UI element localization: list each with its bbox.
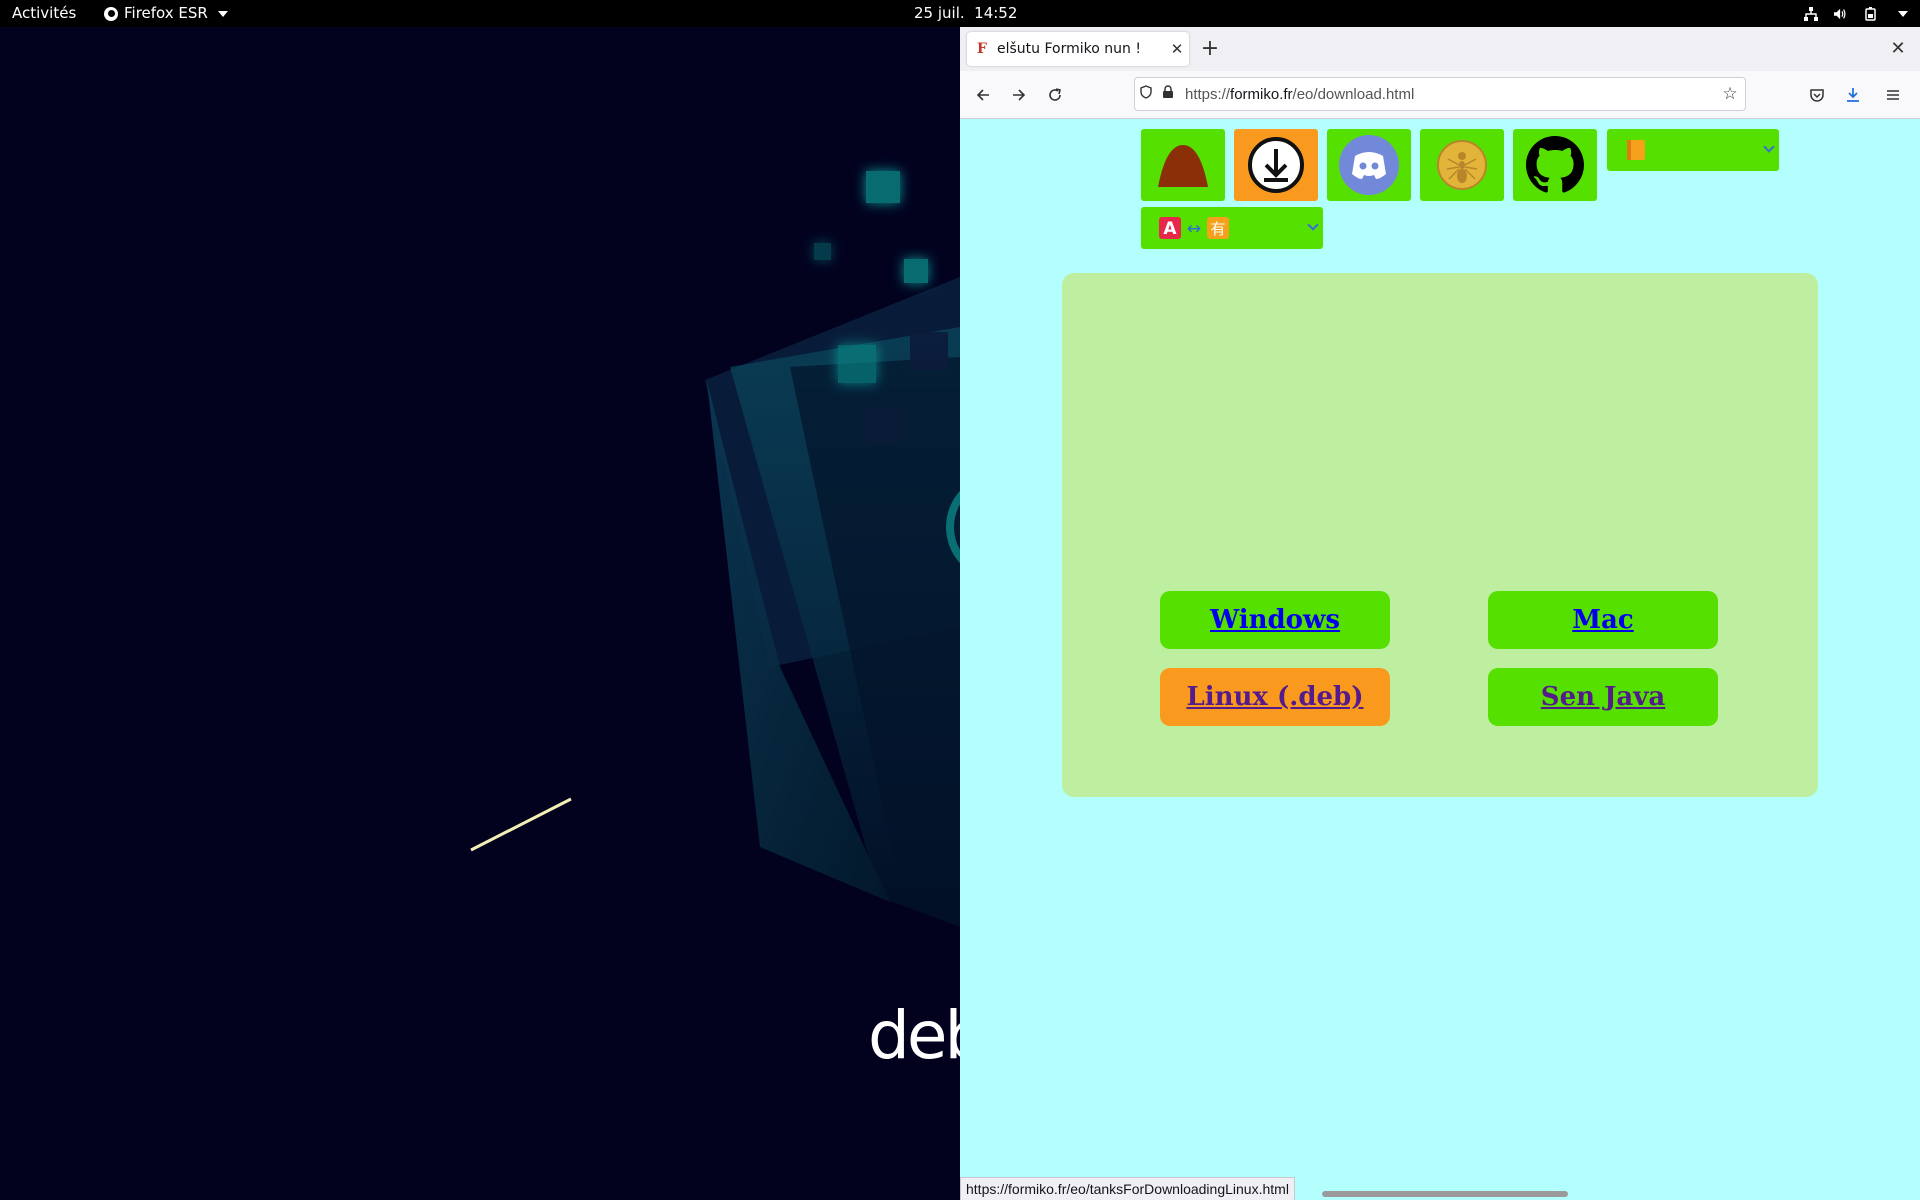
gnome-top-bar: Activités Firefox ESR 25 juil. 14:52 xyxy=(0,0,1920,27)
pocket-button[interactable] xyxy=(1802,80,1832,110)
navigation-toolbar: https://formiko.fr/eo/download.html ☆ xyxy=(960,71,1920,119)
chevron-down-icon xyxy=(1763,141,1775,153)
close-tab-icon[interactable]: ✕ xyxy=(1165,40,1189,58)
system-tray[interactable] xyxy=(1804,0,1908,27)
download-link[interactable] xyxy=(1234,129,1318,201)
forward-button[interactable] xyxy=(1004,80,1034,110)
link-status-bar: https://formiko.fr/eo/tanksForDownloadin… xyxy=(960,1177,1295,1200)
close-window-button[interactable]: ✕ xyxy=(1884,35,1912,63)
book-icon xyxy=(1627,140,1645,160)
download-icon xyxy=(1248,137,1304,193)
debian-logo-text: deb xyxy=(868,997,960,1074)
pocket-icon xyxy=(1810,89,1824,102)
linux-download-button[interactable]: Linux (.deb) xyxy=(1160,668,1390,726)
discord-icon xyxy=(1339,135,1399,195)
home-link[interactable] xyxy=(1141,129,1225,201)
web-page: A ↔ 有 Windows Mac Linux (.deb) Sen Java xyxy=(960,119,1920,1200)
language-select[interactable]: A ↔ 有 xyxy=(1141,207,1323,249)
bookmark-star-icon[interactable]: ☆ xyxy=(1715,84,1745,104)
github-icon xyxy=(1526,136,1584,193)
system-menu-icon xyxy=(1898,10,1908,17)
forward-arrow-icon xyxy=(1013,89,1026,101)
horizontal-scrollbar[interactable] xyxy=(1322,1191,1568,1197)
hamburger-menu-icon xyxy=(1887,90,1899,100)
formiko-favicon-icon: F xyxy=(977,41,987,57)
volume-icon xyxy=(1834,8,1846,19)
theme-select[interactable] xyxy=(1607,129,1779,171)
svg-text:A: A xyxy=(1163,219,1177,239)
back-button[interactable] xyxy=(968,80,998,110)
chevron-down-icon xyxy=(217,10,228,17)
ant-emblem-link[interactable] xyxy=(1420,129,1504,201)
network-icon xyxy=(1804,6,1818,21)
reload-icon xyxy=(1049,88,1061,101)
activities-button[interactable]: Activités xyxy=(12,0,76,27)
address-bar[interactable]: https://formiko.fr/eo/download.html ☆ xyxy=(1134,77,1746,111)
clock[interactable]: 25 juil. 14:52 xyxy=(914,0,1017,27)
firefox-window: F elšutu Formiko nun ! ✕ + ✕ https://for… xyxy=(960,27,1920,1200)
tab-title: elšutu Formiko nun ! xyxy=(997,41,1141,57)
back-arrow-icon xyxy=(976,89,989,101)
no-java-download-button[interactable]: Sen Java xyxy=(1488,668,1718,726)
url-text: https://formiko.fr/eo/download.html xyxy=(1185,85,1415,103)
mac-download-button[interactable]: Mac xyxy=(1488,591,1718,649)
translate-icon: A ↔ 有 xyxy=(1159,217,1229,239)
firefox-icon xyxy=(104,6,118,21)
wallpaper-graphic xyxy=(470,277,960,927)
battery-icon xyxy=(1865,6,1876,21)
svg-text:↔: ↔ xyxy=(1187,219,1201,239)
tab-bar: F elšutu Formiko nun ! ✕ + ✕ xyxy=(960,27,1920,71)
new-tab-button[interactable]: + xyxy=(1196,35,1224,63)
desktop-wallpaper: deb xyxy=(0,27,960,1200)
downloads-button[interactable] xyxy=(1838,80,1868,110)
app-menu[interactable]: Firefox ESR xyxy=(104,0,228,27)
browser-tab[interactable]: F elšutu Formiko nun ! ✕ xyxy=(967,32,1189,66)
svg-text:有: 有 xyxy=(1210,220,1225,238)
app-menu-button[interactable] xyxy=(1878,80,1908,110)
chevron-down-icon xyxy=(1307,219,1319,231)
anthill-icon xyxy=(1158,145,1208,187)
lock-icon[interactable] xyxy=(1157,85,1179,103)
github-link[interactable] xyxy=(1513,129,1597,201)
windows-download-button[interactable]: Windows xyxy=(1160,591,1390,649)
download-panel: Windows Mac Linux (.deb) Sen Java xyxy=(1062,273,1818,797)
download-arrow-icon xyxy=(1847,88,1859,102)
reload-button[interactable] xyxy=(1040,80,1070,110)
app-menu-label: Firefox ESR xyxy=(124,4,208,22)
tracking-shield-icon[interactable] xyxy=(1135,85,1157,103)
discord-link[interactable] xyxy=(1327,129,1411,201)
ant-emblem-icon xyxy=(1437,140,1487,190)
